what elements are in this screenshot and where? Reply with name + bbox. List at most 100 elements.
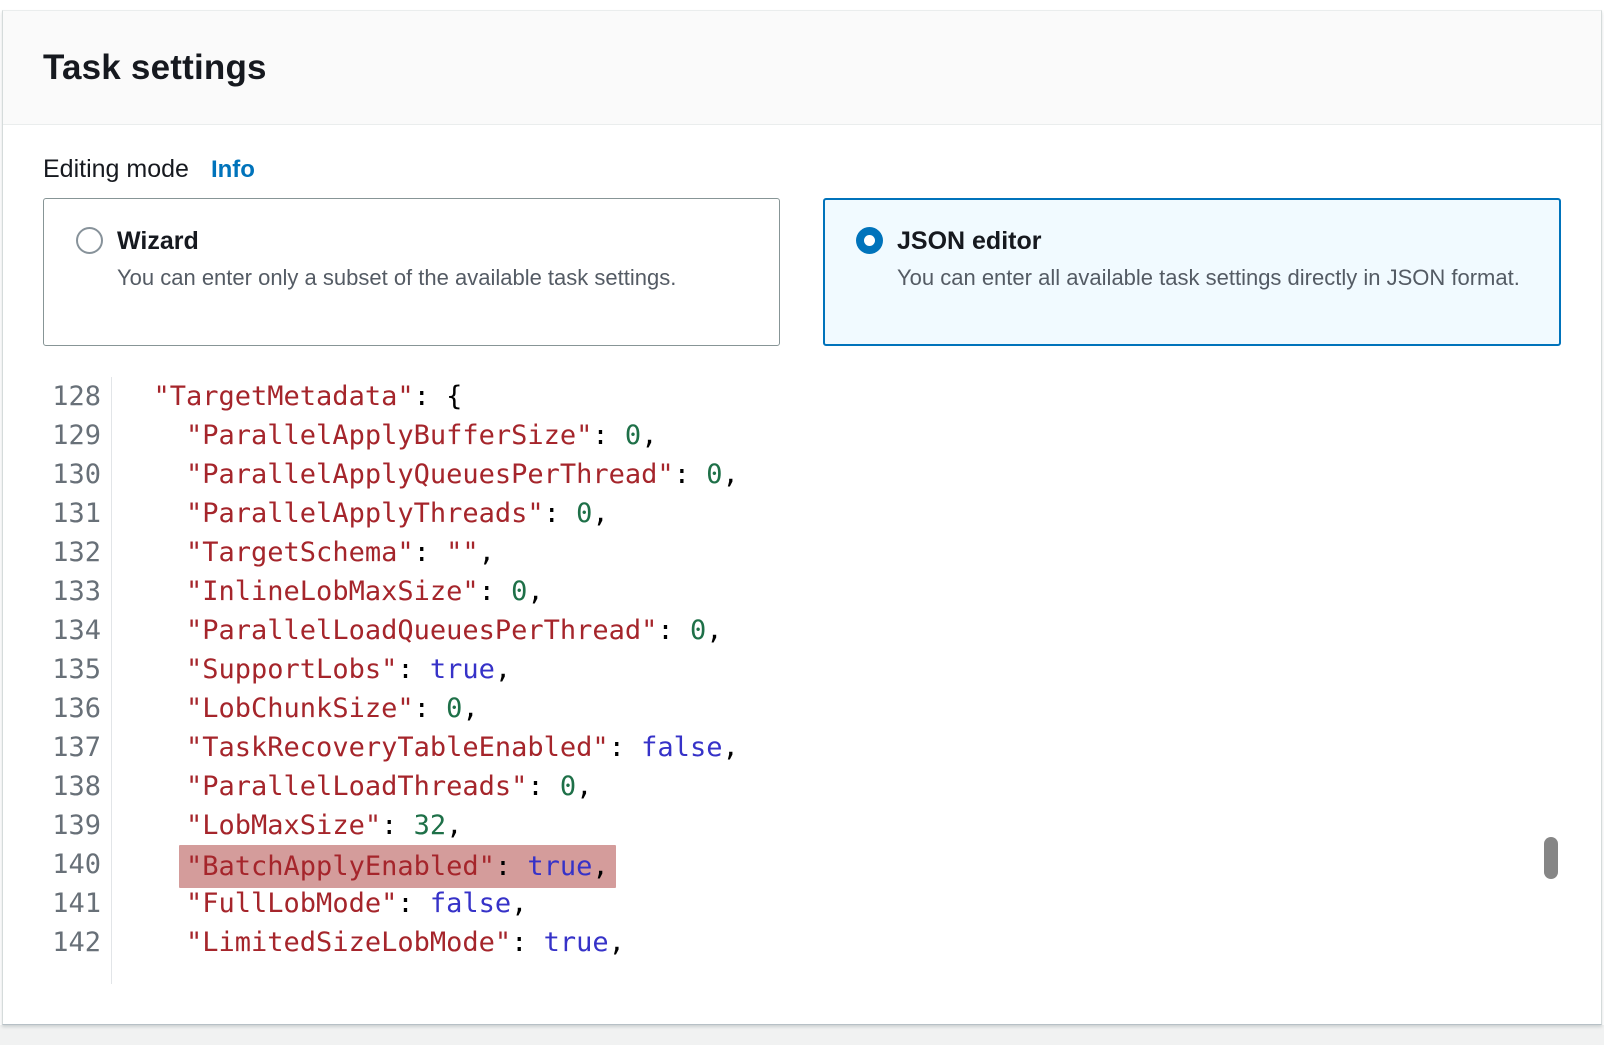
code-line-140[interactable]: 140"BatchApplyEnabled": true, xyxy=(3,845,1601,884)
code-text: "ParallelLoadThreads": 0, xyxy=(186,767,592,806)
line-content: "ParallelLoadQueuesPerThread": 0, xyxy=(111,611,1601,650)
radio-card-wizard[interactable]: Wizard You can enter only a subset of th… xyxy=(43,198,780,346)
json-value: { xyxy=(446,381,462,412)
line-content: "ParallelApplyQueuesPerThread": 0, xyxy=(111,455,1601,494)
json-value: false xyxy=(430,888,511,919)
code-line-131[interactable]: 131 "ParallelApplyThreads": 0, xyxy=(3,494,1601,533)
code-line-133[interactable]: 133"InlineLobMaxSize": 0, xyxy=(3,572,1601,611)
radio-card-json-editor[interactable]: JSON editor You can enter all available … xyxy=(823,198,1561,346)
code-line-135[interactable]: 135"SupportLobs": true, xyxy=(3,650,1601,689)
wizard-description: You can enter only a subset of the avail… xyxy=(117,261,676,294)
json-value: false xyxy=(641,732,722,763)
colon: : xyxy=(674,459,707,490)
json-value: 0 xyxy=(690,615,706,646)
json-key: "ParallelApplyThreads" xyxy=(186,498,544,529)
vertical-scrollbar-thumb[interactable] xyxy=(1544,837,1558,879)
code-text: "LimitedSizeLobMode": true, xyxy=(186,923,625,962)
json-key: "ParallelApplyBufferSize" xyxy=(186,420,592,451)
code-line-142[interactable]: 142 "LimitedSizeLobMode": true, xyxy=(3,923,1601,962)
line-number: 136 xyxy=(3,689,101,728)
task-settings-panel: Task settings Editing mode Info Wizard Y… xyxy=(2,10,1602,1025)
comma: , xyxy=(609,927,625,958)
code-text: "LobChunkSize": 0, xyxy=(186,689,479,728)
wizard-radio-button[interactable] xyxy=(76,227,103,254)
code-line-134[interactable]: 134 "ParallelLoadQueuesPerThread": 0, xyxy=(3,611,1601,650)
line-number: 129 xyxy=(3,416,101,455)
page-title: Task settings xyxy=(43,48,267,88)
line-content: "LimitedSizeLobMode": true, xyxy=(111,923,1601,962)
line-number-empty xyxy=(3,962,101,984)
code-text: "TargetMetadata": { xyxy=(154,377,463,416)
line-content: "TargetMetadata": { xyxy=(111,377,1601,416)
line-content: "LobChunkSize": 0, xyxy=(111,689,1601,728)
line-number: 137 xyxy=(3,728,101,767)
comma: , xyxy=(706,615,722,646)
colon: : xyxy=(414,693,447,724)
line-number: 138 xyxy=(3,767,101,806)
json-code-editor[interactable]: 128"TargetMetadata": {129 "ParallelApplyB… xyxy=(3,377,1601,984)
code-text: "ParallelLoadQueuesPerThread": 0, xyxy=(186,611,722,650)
code-line-138[interactable]: 138 "ParallelLoadThreads": 0, xyxy=(3,767,1601,806)
json-key: "FullLobMode" xyxy=(186,888,397,919)
code-line-137[interactable]: 137 "TaskRecoveryTableEnabled": false, xyxy=(3,728,1601,767)
comma: , xyxy=(722,732,738,763)
json-key: "ParallelApplyQueuesPerThread" xyxy=(186,459,674,490)
line-content: "FullLobMode": false, xyxy=(111,884,1601,923)
line-content: "TaskRecoveryTableEnabled": false, xyxy=(111,728,1601,767)
json-editor-radio-button[interactable] xyxy=(856,227,883,254)
json-key: "TargetSchema" xyxy=(186,537,414,568)
line-content: "LobMaxSize": 32, xyxy=(111,806,1601,845)
code-text: "LobMaxSize": 32, xyxy=(186,806,462,845)
colon: : xyxy=(609,732,642,763)
comma: , xyxy=(511,888,527,919)
comma: , xyxy=(722,459,738,490)
editing-mode-options: Wizard You can enter only a subset of th… xyxy=(43,198,1561,346)
line-number: 135 xyxy=(3,650,101,689)
code-text: "TargetSchema": "", xyxy=(186,533,495,572)
code-line-132[interactable]: 132 "TargetSchema": "", xyxy=(3,533,1601,572)
colon: : xyxy=(397,654,430,685)
json-editor-card-texts: JSON editor You can enter all available … xyxy=(897,223,1520,321)
editing-mode-label: Editing mode xyxy=(43,155,189,184)
colon: : xyxy=(414,381,447,412)
line-content: "ParallelLoadThreads": 0, xyxy=(111,767,1601,806)
comma: , xyxy=(479,537,495,568)
line-number: 132 xyxy=(3,533,101,572)
json-value: 0 xyxy=(446,693,462,724)
info-link[interactable]: Info xyxy=(211,156,255,184)
code-line-139[interactable]: 139 "LobMaxSize": 32, xyxy=(3,806,1601,845)
json-value: 0 xyxy=(576,498,592,529)
line-number: 139 xyxy=(3,806,101,845)
code-line-128[interactable]: 128"TargetMetadata": { xyxy=(3,377,1601,416)
colon: : xyxy=(657,615,690,646)
json-key: "LobMaxSize" xyxy=(186,810,381,841)
json-value: 0 xyxy=(625,420,641,451)
colon: : xyxy=(527,771,560,802)
line-number: 131 xyxy=(3,494,101,533)
line-content-empty xyxy=(111,962,1601,984)
line-number: 130 xyxy=(3,455,101,494)
code-line-136[interactable]: 136 "LobChunkSize": 0, xyxy=(3,689,1601,728)
colon: : xyxy=(381,810,414,841)
comma: , xyxy=(592,498,608,529)
json-editor-title: JSON editor xyxy=(897,223,1520,259)
editing-mode-row: Editing mode Info xyxy=(43,155,1561,184)
colon: : xyxy=(544,498,577,529)
colon: : xyxy=(479,576,512,607)
json-value: true xyxy=(430,654,495,685)
json-key: "LobChunkSize" xyxy=(186,693,414,724)
line-number: 134 xyxy=(3,611,101,650)
json-key: "BatchApplyEnabled" xyxy=(186,851,495,882)
code-text: "ParallelApplyThreads": 0, xyxy=(186,494,609,533)
json-key: "TaskRecoveryTableEnabled" xyxy=(186,732,609,763)
panel-header: Task settings xyxy=(3,11,1601,125)
line-content: "TargetSchema": "", xyxy=(111,533,1601,572)
code-line-129[interactable]: 129"ParallelApplyBufferSize": 0, xyxy=(3,416,1601,455)
code-line-130[interactable]: 130 "ParallelApplyQueuesPerThread": 0, xyxy=(3,455,1601,494)
colon: : xyxy=(511,927,544,958)
panel-body: Editing mode Info Wizard You can enter o… xyxy=(3,155,1601,984)
json-value: true xyxy=(527,851,592,882)
line-number: 142 xyxy=(3,923,101,962)
code-line-141[interactable]: 141"FullLobMode": false, xyxy=(3,884,1601,923)
colon: : xyxy=(397,888,430,919)
